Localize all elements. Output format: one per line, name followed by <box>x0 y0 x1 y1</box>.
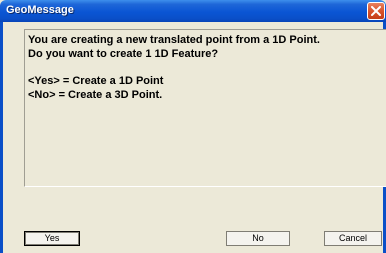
no-button[interactable]: No <box>226 231 290 246</box>
yes-button[interactable]: Yes <box>24 231 80 246</box>
close-button[interactable] <box>367 2 385 20</box>
message-line-2: Do you want to create 1 1D Feature? <box>28 48 219 60</box>
title-bar[interactable]: GeoMessage <box>0 0 386 22</box>
message-line-4: <No> = Create a 3D Point. <box>28 89 163 101</box>
message-line-3: <Yes> = Create a 1D Point <box>28 75 164 87</box>
window-title: GeoMessage <box>6 4 74 16</box>
close-icon <box>371 6 381 16</box>
message-line-1: You are creating a new translated point … <box>28 34 320 46</box>
cancel-button[interactable]: Cancel <box>324 231 382 246</box>
message-panel: You are creating a new translated point … <box>24 29 386 187</box>
geomessage-dialog: GeoMessage You are creating a new transl… <box>0 0 386 253</box>
